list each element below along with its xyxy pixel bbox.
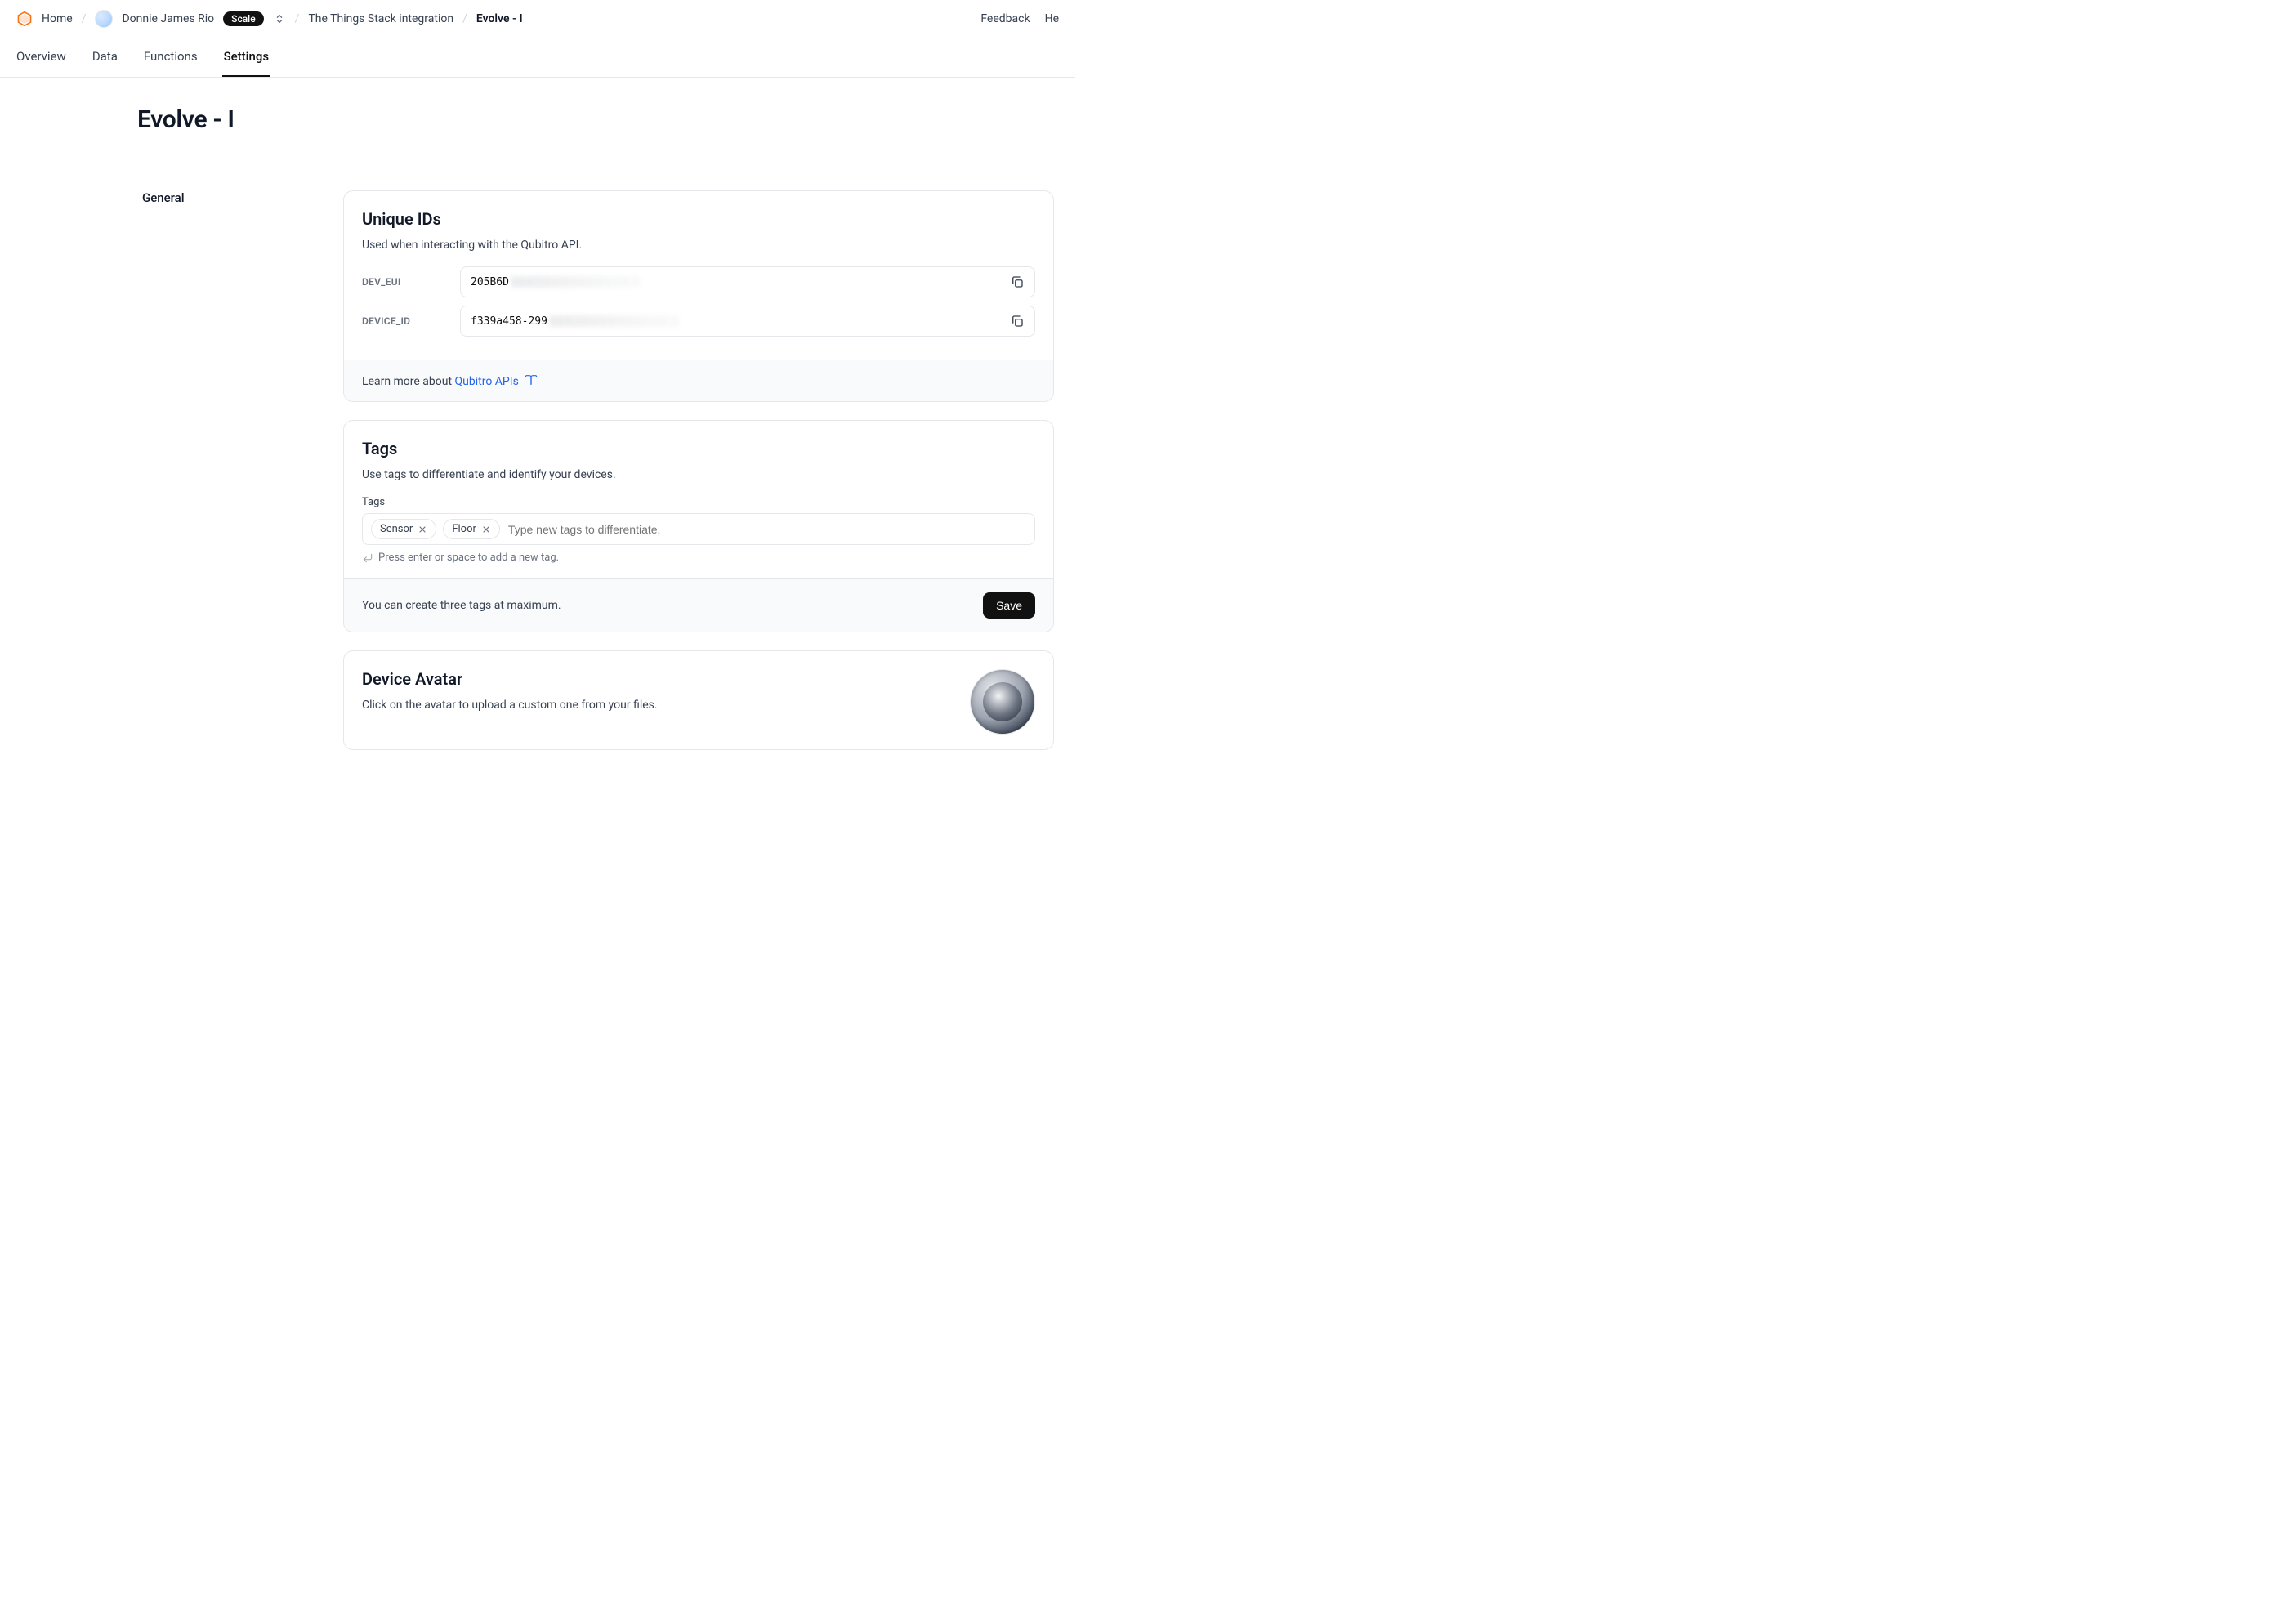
page-title: Evolve - I [137, 105, 1075, 134]
settings-sidebar: General [0, 190, 343, 768]
field-dev-eui: DEV_EUI 205B6D [362, 266, 1035, 297]
sidebar-item-general[interactable]: General [142, 190, 343, 205]
tags-hint-text: Press enter or space to add a new tag. [378, 552, 559, 564]
tags-desc: Use tags to differentiate and identify y… [362, 468, 1035, 481]
tag-label: Sensor [380, 523, 413, 535]
card-device-avatar: Device Avatar Click on the avatar to upl… [343, 650, 1054, 750]
breadcrumb-separator: / [295, 12, 300, 25]
device-avatar-image [983, 682, 1022, 721]
tab-overview[interactable]: Overview [15, 38, 68, 77]
dev-eui-value-box[interactable]: 205B6D [460, 266, 1035, 297]
help-link-partial[interactable]: He [1045, 12, 1059, 25]
tags-field-label: Tags [362, 496, 1035, 508]
device-id-obscured [549, 315, 680, 327]
user-avatar-icon[interactable] [95, 10, 113, 28]
breadcrumb-user[interactable]: Donnie James Rio [122, 12, 214, 25]
tab-settings[interactable]: Settings [222, 38, 271, 77]
device-id-value-box[interactable]: f339a458-299 [460, 306, 1035, 337]
card-unique-ids: Unique IDs Used when interacting with th… [343, 190, 1054, 402]
tags-input[interactable] [507, 520, 1026, 539]
feedback-link[interactable]: Feedback [980, 12, 1030, 25]
breadcrumb-separator: / [82, 12, 87, 25]
card-tags: Tags Use tags to differentiate and ident… [343, 420, 1054, 632]
unique-ids-desc: Used when interacting with the Qubitro A… [362, 239, 1035, 252]
remove-tag-icon[interactable] [418, 525, 427, 534]
main-panel: Unique IDs Used when interacting with th… [343, 190, 1075, 768]
unique-ids-footer: Learn more about Qubitro APIs [344, 360, 1053, 401]
enter-key-icon [362, 552, 373, 564]
qubitro-apis-link[interactable]: Qubitro APIs [455, 375, 538, 388]
breadcrumb-home[interactable]: Home [42, 12, 73, 25]
learn-more-prefix: Learn more about [362, 375, 455, 388]
content: General Unique IDs Used when interacting… [0, 168, 1075, 801]
device-avatar-upload[interactable] [970, 669, 1035, 735]
top-header: Home / Donnie James Rio Scale / The Thin… [0, 0, 1075, 38]
dev-eui-obscured [511, 276, 641, 288]
logo-icon[interactable] [16, 11, 33, 27]
tabs-bar: Overview Data Functions Settings [0, 38, 1075, 78]
copy-icon[interactable] [1010, 275, 1025, 289]
tags-footer-text: You can create three tags at maximum. [362, 599, 561, 612]
tags-footer: You can create three tags at maximum. Sa… [344, 578, 1053, 632]
tab-data[interactable]: Data [91, 38, 119, 77]
tag-chip-floor: Floor [443, 519, 500, 539]
dev-eui-value: 205B6D [471, 276, 509, 288]
breadcrumbs: Home / Donnie James Rio Scale / The Thin… [16, 10, 523, 28]
tag-chip-sensor: Sensor [371, 519, 436, 539]
org-switcher-icon[interactable] [273, 12, 286, 25]
unique-ids-title: Unique IDs [362, 209, 1035, 229]
plan-badge: Scale [223, 11, 263, 26]
copy-icon[interactable] [1010, 314, 1025, 328]
save-button[interactable]: Save [983, 592, 1035, 619]
tag-label: Floor [452, 523, 476, 535]
avatar-desc: Click on the avatar to upload a custom o… [362, 699, 658, 712]
tags-title: Tags [362, 439, 1035, 458]
breadcrumb-device[interactable]: Evolve - I [476, 12, 523, 25]
device-id-value: f339a458-299 [471, 315, 547, 328]
field-device-id: DEVICE_ID f339a458-299 [362, 306, 1035, 337]
dev-eui-label: DEV_EUI [362, 276, 444, 288]
tab-functions[interactable]: Functions [142, 38, 199, 77]
remove-tag-icon[interactable] [481, 525, 491, 534]
tags-hint: Press enter or space to add a new tag. [362, 552, 1035, 564]
breadcrumb-project[interactable]: The Things Stack integration [308, 12, 453, 25]
header-right-links: Feedback He [980, 12, 1059, 25]
page-title-section: Evolve - I [0, 78, 1075, 168]
tags-input-container[interactable]: Sensor Floor [362, 513, 1035, 545]
breadcrumb-separator: / [462, 12, 467, 25]
device-id-label: DEVICE_ID [362, 315, 444, 327]
avatar-title: Device Avatar [362, 669, 658, 689]
